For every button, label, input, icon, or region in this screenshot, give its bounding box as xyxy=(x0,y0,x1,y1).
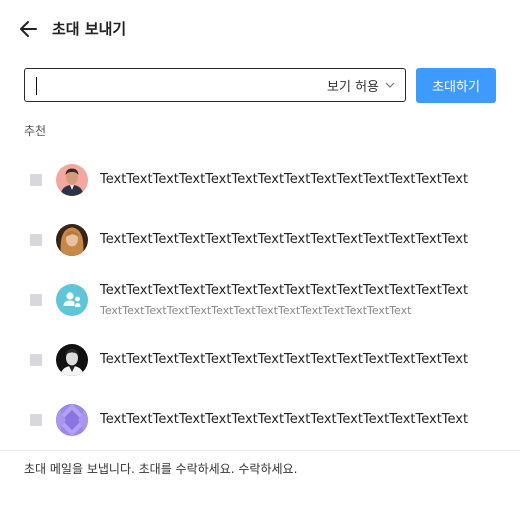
permission-label: 보기 허용 xyxy=(327,79,379,95)
recipient-name: TextTextTextTextTextTextTextTextTextText… xyxy=(100,412,469,427)
chevron-down-icon xyxy=(385,82,395,88)
footer-note: 초대 메일을 보냅니다. 초대를 수락하세요. 수락하세요. xyxy=(24,462,298,476)
diamond-pattern-icon xyxy=(56,404,88,436)
avatar xyxy=(56,164,88,196)
recipient-checkbox[interactable] xyxy=(30,414,42,426)
avatar xyxy=(56,404,88,436)
recipient-checkbox[interactable] xyxy=(30,234,42,246)
back-arrow-icon[interactable] xyxy=(16,16,42,42)
page-title: 초대 보내기 xyxy=(52,20,127,38)
avatar xyxy=(56,284,88,316)
group-icon xyxy=(63,292,81,307)
man-avatar-icon xyxy=(56,344,88,376)
recipient-name: TextTextTextTextTextTextTextTextTextText… xyxy=(100,172,469,187)
man-avatar-icon xyxy=(56,164,88,196)
avatar xyxy=(56,224,88,256)
recipient-name: TextTextTextTextTextTextTextTextTextText… xyxy=(100,352,469,367)
recommend-label: 추천 xyxy=(24,124,47,138)
header: 초대 보내기 xyxy=(0,0,520,58)
recipient-name: TextTextTextTextTextTextTextTextTextText… xyxy=(100,283,469,298)
footer-divider xyxy=(0,450,520,451)
recipient-row: TextTextTextTextTextTextTextTextTextText… xyxy=(0,150,520,210)
recipient-checkbox[interactable] xyxy=(30,294,42,306)
recipient-row: TextTextTextTextTextTextTextTextTextText… xyxy=(0,390,520,450)
recipient-checkbox[interactable] xyxy=(30,174,42,186)
invite-search-input[interactable]: 보기 허용 xyxy=(24,68,406,102)
recipient-subtext: TextTextTextTextTextTextTextTextTextText… xyxy=(100,304,412,317)
avatar xyxy=(56,344,88,376)
invite-button[interactable]: 초대하기 xyxy=(416,68,496,103)
recipient-name: TextTextTextTextTextTextTextTextTextText… xyxy=(100,232,469,247)
text-caret xyxy=(36,77,37,95)
woman-avatar-icon xyxy=(56,224,88,256)
permission-dropdown[interactable]: 보기 허용 xyxy=(327,69,395,101)
recipient-row: TextTextTextTextTextTextTextTextTextText… xyxy=(0,330,520,390)
recipient-checkbox[interactable] xyxy=(30,354,42,366)
recipient-row: TextTextTextTextTextTextTextTextTextText… xyxy=(0,210,520,270)
recipient-row: TextTextTextTextTextTextTextTextTextText… xyxy=(0,270,520,330)
